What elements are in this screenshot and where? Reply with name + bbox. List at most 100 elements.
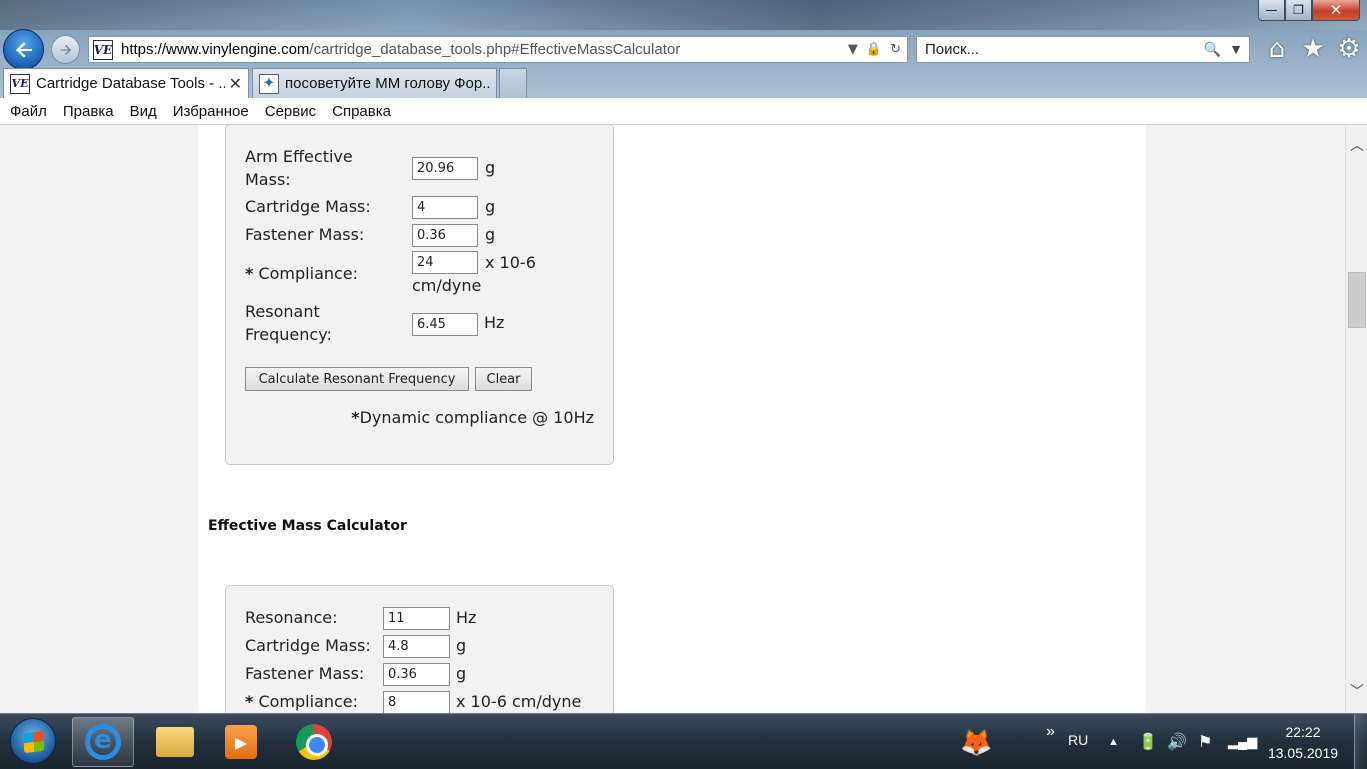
compliance-label: * Compliance: [245, 264, 359, 283]
cartridge-mass-input[interactable] [383, 635, 450, 658]
resonant-frequency-label: Resonant Frequency: [245, 302, 332, 344]
menu-favorites[interactable]: Избранное [165, 103, 257, 120]
fastener-mass-label: Fastener Mass: [245, 664, 365, 683]
cartridge-mass-unit: g [456, 636, 467, 655]
restore-button[interactable]: ❐ [1285, 0, 1312, 21]
clock-date: 13.05.2019 [1267, 745, 1339, 761]
fastener-mass-unit: g [485, 225, 496, 244]
language-indicator[interactable]: RU [1068, 732, 1088, 748]
fox-app-icon[interactable]: 🦊 [960, 727, 992, 758]
close-window-button[interactable]: ✕ [1312, 0, 1360, 21]
tab-cartridge-tools[interactable]: VE Cartridge Database Tools - ... ✕ [3, 68, 249, 98]
refresh-icon[interactable]: ↻ [890, 42, 901, 57]
asterisk-mark: * [245, 692, 254, 711]
resonant-frequency-output[interactable] [412, 313, 478, 336]
compliance-label: * Compliance: [245, 692, 359, 711]
search-dropdown-icon[interactable]: ▼ [1229, 41, 1243, 58]
effective-mass-calculator: Resonance: Hz Cartridge Mass: g Fastener… [225, 585, 614, 713]
internet-explorer-icon [85, 724, 121, 760]
forward-button[interactable] [51, 35, 80, 64]
taskbar-chrome[interactable] [283, 717, 345, 767]
clear-button[interactable]: Clear [475, 367, 532, 391]
menu-tools[interactable]: Сервис [257, 103, 324, 120]
tab-title: Cartridge Database Tools - ... [36, 75, 225, 92]
vinylengine-tab-icon: VE [10, 73, 30, 94]
taskbar-explorer[interactable] [144, 717, 206, 767]
address-bar[interactable]: VE https://www.vinylengine.com/cartridge… [88, 36, 908, 63]
asterisk-mark: * [351, 408, 360, 427]
arm-mass-label: Arm Effective Mass: [245, 147, 353, 189]
taskbar: ▶ 🦊 » RU ▲ 🔋 🔊 ⚑ ▂▄▆ 22:22 13.05.2019 [0, 713, 1367, 769]
search-icon[interactable]: 🔍 [1204, 41, 1221, 58]
volume-icon[interactable]: 🔊 [1167, 732, 1187, 752]
close-tab-icon[interactable]: ✕ [229, 74, 242, 94]
menu-bar: Файл Правка Вид Избранное Сервис Справка [0, 98, 1367, 125]
new-tab-button[interactable] [499, 68, 527, 98]
resonance-unit: Hz [456, 608, 477, 627]
calculate-resonant-frequency-button[interactable]: Calculate Resonant Frequency [245, 367, 469, 391]
clock-time: 22:22 [1285, 724, 1321, 740]
show-desktop-button[interactable] [1354, 714, 1367, 769]
show-hidden-icons-icon[interactable]: ▲ [1108, 736, 1119, 748]
scroll-up-icon[interactable]: ︿ [1346, 135, 1367, 155]
home-icon[interactable]: ⌂ [1264, 34, 1290, 64]
taskbar-media-player[interactable]: ▶ [210, 717, 272, 767]
fastener-mass-input[interactable] [383, 663, 450, 686]
compliance-input[interactable] [383, 691, 450, 713]
forward-arrow-icon [60, 44, 71, 55]
resonance-calculator: Arm Effective Mass: g Cartridge Mass: g … [225, 125, 614, 465]
battery-icon[interactable]: 🔋 [1138, 732, 1158, 752]
taskbar-ie[interactable] [72, 717, 134, 767]
resonance-input[interactable] [383, 607, 450, 630]
network-signal-icon[interactable]: ▂▄▆ [1228, 734, 1257, 750]
gear-icon[interactable]: ⚙ [1336, 34, 1362, 64]
media-player-icon: ▶ [225, 725, 257, 759]
cartridge-mass-label: Cartridge Mass: [245, 636, 371, 655]
fastener-mass-label: Fastener Mass: [245, 225, 365, 244]
menu-edit[interactable]: Правка [55, 103, 122, 120]
browser-chrome: — ❐ ✕ VE https://www.vinylengine.com/car… [0, 0, 1367, 98]
start-button[interactable] [10, 718, 56, 764]
arm-mass-input[interactable] [412, 157, 478, 180]
forum-tab-icon: ✦ [259, 73, 279, 94]
chrome-icon [296, 724, 332, 760]
vertical-scrollbar[interactable]: ︿ ﹀ [1345, 125, 1367, 713]
chevron-right-icon[interactable]: » [1046, 723, 1055, 741]
cartridge-mass-label: Cartridge Mass: [245, 197, 371, 216]
url-text[interactable]: https://www.vinylengine.com/cartridge_da… [121, 41, 848, 58]
scroll-down-icon[interactable]: ﹀ [1346, 681, 1367, 701]
tab-forum[interactable]: ✦ посоветуйте ММ голову Фор... [252, 68, 497, 98]
resonant-frequency-unit: Hz [484, 313, 505, 332]
effective-mass-title: Effective Mass Calculator [208, 518, 407, 534]
folder-icon [156, 727, 194, 757]
minimize-button[interactable]: — [1258, 0, 1285, 21]
asterisk-mark: * [245, 264, 254, 283]
dynamic-compliance-note: *Dynamic compliance @ 10Hz [351, 408, 594, 427]
menu-view[interactable]: Вид [122, 103, 165, 120]
arm-mass-unit: g [485, 158, 496, 177]
fastener-mass-input[interactable] [412, 224, 478, 247]
scroll-thumb[interactable] [1348, 272, 1366, 328]
resonance-label: Resonance: [245, 608, 338, 627]
page-content: Arm Effective Mass: g Cartridge Mass: g … [198, 125, 1146, 713]
dropdown-icon[interactable]: ▼ [848, 42, 858, 57]
lock-icon[interactable]: 🔒 [866, 42, 882, 57]
action-center-flag-icon[interactable]: ⚑ [1198, 732, 1212, 752]
compliance-unit: x 10-6 cm/dyne [412, 253, 536, 295]
search-input[interactable]: Поиск... [925, 41, 1204, 58]
search-box[interactable]: Поиск... 🔍 ▼ [916, 36, 1250, 63]
cartridge-mass-input[interactable] [412, 196, 478, 219]
vinylengine-site-icon: VE [93, 39, 113, 60]
menu-file[interactable]: Файл [2, 103, 55, 120]
fastener-mass-unit: g [456, 664, 467, 683]
back-arrow-icon [15, 41, 32, 58]
page-viewport: Arm Effective Mass: g Cartridge Mass: g … [0, 125, 1345, 713]
cartridge-mass-unit: g [485, 197, 496, 216]
tab-title: посоветуйте ММ голову Фор... [285, 75, 490, 92]
favorites-star-icon[interactable]: ★ [1300, 34, 1326, 64]
menu-help[interactable]: Справка [324, 103, 399, 120]
back-button[interactable] [3, 29, 44, 70]
compliance-unit: x 10-6 cm/dyne [456, 692, 582, 711]
system-clock[interactable]: 22:22 13.05.2019 [1262, 722, 1344, 764]
window-controls: — ❐ ✕ [1258, 0, 1360, 21]
